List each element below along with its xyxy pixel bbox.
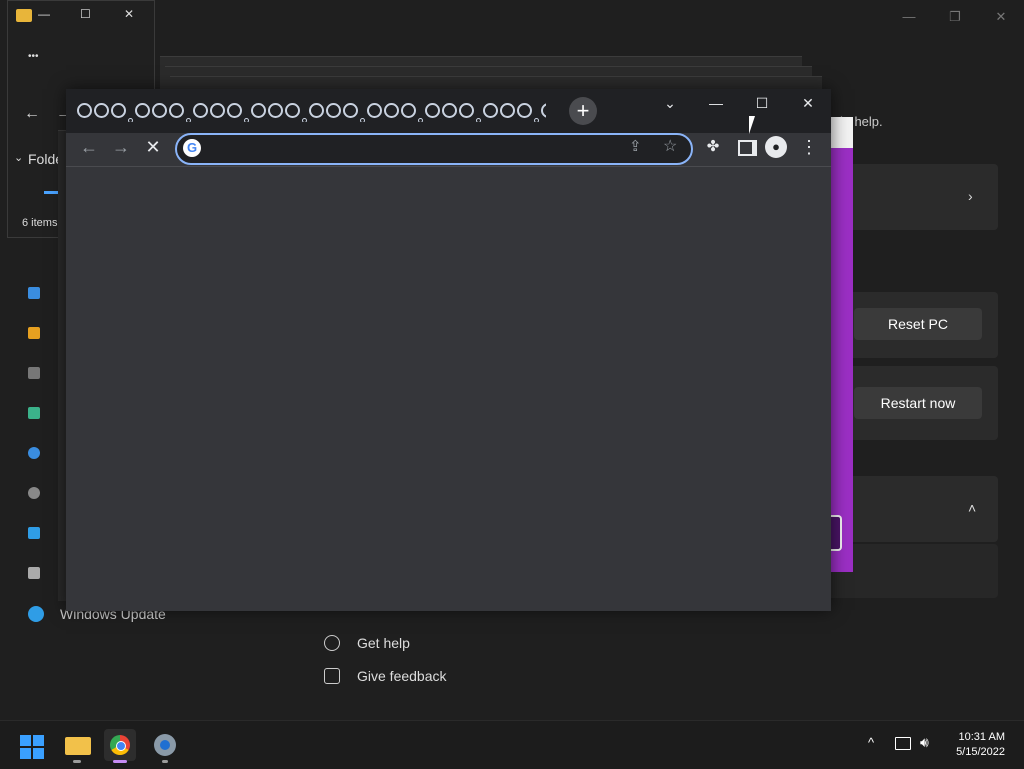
page-content[interactable]	[66, 166, 831, 611]
back-arrow-icon[interactable]: ←	[24, 105, 40, 123]
more-options-button[interactable]: •••	[28, 51, 39, 62]
volume-icon[interactable]: 🔊︎	[920, 734, 929, 751]
restart-now-button[interactable]: Restart now	[854, 387, 982, 419]
taskbar: ^ 🔊︎ 10:31 AM 5/15/2022	[0, 720, 1024, 769]
browser-tab[interactable]	[152, 103, 167, 118]
browser-tab[interactable]	[500, 103, 515, 118]
chevron-down-icon[interactable]: ⌄	[14, 151, 23, 164]
folder-icon	[16, 9, 32, 22]
chrome-window: + ⌄ — ☐ ✕ ← → ✕ G ⇪ ☆ ✤ ● ⋮	[66, 89, 831, 611]
explorer-maximize-button[interactable]: ☐	[80, 7, 91, 21]
windows-update-icon	[28, 606, 44, 622]
chrome-minimize-button[interactable]: —	[693, 91, 739, 115]
status-item-count: 6 items	[22, 217, 58, 229]
browser-tab[interactable]	[193, 103, 208, 118]
settings-minimize-button[interactable]: —	[886, 6, 932, 28]
pen-icon[interactable]	[28, 327, 40, 339]
chevron-right-icon: ›	[968, 188, 973, 204]
browser-tab[interactable]	[186, 118, 191, 122]
browser-tab[interactable]	[442, 103, 457, 118]
browser-tab[interactable]	[476, 118, 481, 122]
browser-tab[interactable]	[169, 103, 184, 118]
browser-tab[interactable]	[425, 103, 440, 118]
system-clock[interactable]: 10:31 AM 5/15/2022	[940, 730, 1005, 760]
chevron-up-icon: ˄	[968, 500, 977, 516]
address-bar-input[interactable]	[207, 139, 631, 161]
show-hidden-icons-chevron[interactable]: ^	[868, 735, 874, 750]
browser-tab[interactable]	[94, 103, 109, 118]
browser-tab[interactable]	[384, 103, 399, 118]
browser-tab[interactable]	[459, 103, 474, 118]
gaming-icon[interactable]	[28, 487, 40, 499]
google-icon: G	[183, 139, 201, 157]
accessibility-icon[interactable]	[28, 527, 40, 539]
browser-tab[interactable]	[244, 118, 249, 122]
browser-tab[interactable]	[418, 118, 423, 122]
explorer-minimize-button[interactable]: —	[38, 7, 50, 21]
explorer-close-button[interactable]: ✕	[124, 7, 134, 21]
browser-tab[interactable]	[111, 103, 126, 118]
time-icon[interactable]	[28, 447, 40, 459]
settings-close-button[interactable]: ✕	[978, 6, 1024, 28]
browser-tab[interactable]	[360, 118, 365, 122]
get-help-link[interactable]: Get help	[357, 635, 410, 651]
omnibox[interactable]: G ⇪ ☆	[175, 133, 693, 165]
browser-tab[interactable]	[227, 103, 242, 118]
chrome-maximize-button[interactable]: ☐	[739, 91, 785, 115]
browser-tab[interactable]	[367, 103, 382, 118]
browser-tab[interactable]	[268, 103, 283, 118]
chrome-menu-kebab-icon[interactable]: ⋮	[795, 133, 823, 161]
tab-list	[76, 102, 546, 122]
chrome-taskbar-icon[interactable]	[104, 729, 136, 763]
side-panel-icon[interactable]	[738, 140, 757, 156]
file-explorer-taskbar-icon[interactable]	[62, 729, 94, 763]
chrome-close-button[interactable]: ✕	[785, 91, 831, 115]
start-windows-icon[interactable]	[18, 729, 50, 761]
mouse-cursor-icon	[749, 116, 755, 134]
clock-date: 5/15/2022	[956, 746, 1005, 758]
device-icon[interactable]	[28, 367, 40, 379]
help-icon	[324, 635, 340, 651]
browser-tab[interactable]	[534, 118, 539, 122]
reset-pc-button[interactable]: Reset PC	[854, 308, 982, 340]
share-icon[interactable]: ⇪	[629, 137, 642, 155]
stop-loading-button[interactable]: ✕	[139, 133, 167, 161]
settings-maximize-button[interactable]: ❐	[932, 6, 978, 28]
privacy-shield-icon[interactable]	[28, 567, 40, 579]
extensions-puzzle-icon[interactable]: ✤	[699, 133, 727, 161]
browser-tab[interactable]	[210, 103, 225, 118]
browser-tab[interactable]	[483, 103, 498, 118]
forward-button[interactable]: →	[107, 133, 135, 161]
people-icon[interactable]	[28, 407, 40, 419]
settings-gear-taskbar-icon[interactable]	[149, 729, 181, 763]
browser-tab[interactable]	[135, 103, 150, 118]
profile-avatar-icon[interactable]: ●	[765, 136, 787, 158]
browser-tab[interactable]	[251, 103, 266, 118]
network-icon[interactable]	[895, 737, 911, 750]
browser-tab[interactable]	[326, 103, 341, 118]
browser-tab[interactable]	[517, 103, 532, 118]
new-tab-button[interactable]: +	[569, 97, 597, 125]
browser-tab[interactable]	[77, 103, 92, 118]
tab-search-button[interactable]: ⌄	[647, 91, 693, 115]
browser-tab[interactable]	[401, 103, 416, 118]
back-button[interactable]: ←	[75, 133, 103, 161]
browser-tab[interactable]	[302, 118, 307, 122]
feedback-icon	[324, 668, 340, 684]
browser-tab[interactable]	[285, 103, 300, 118]
bookmark-star-icon[interactable]: ☆	[663, 136, 677, 156]
give-feedback-link[interactable]: Give feedback	[357, 668, 447, 684]
browser-tab[interactable]	[541, 103, 546, 118]
browser-tab[interactable]	[128, 118, 133, 122]
nav-icon-1[interactable]	[28, 287, 40, 299]
browser-tab[interactable]	[309, 103, 324, 118]
tab-strip: + ⌄ — ☐ ✕	[66, 89, 831, 133]
clock-time: 10:31 AM	[958, 731, 1005, 743]
browser-tab[interactable]	[343, 103, 358, 118]
